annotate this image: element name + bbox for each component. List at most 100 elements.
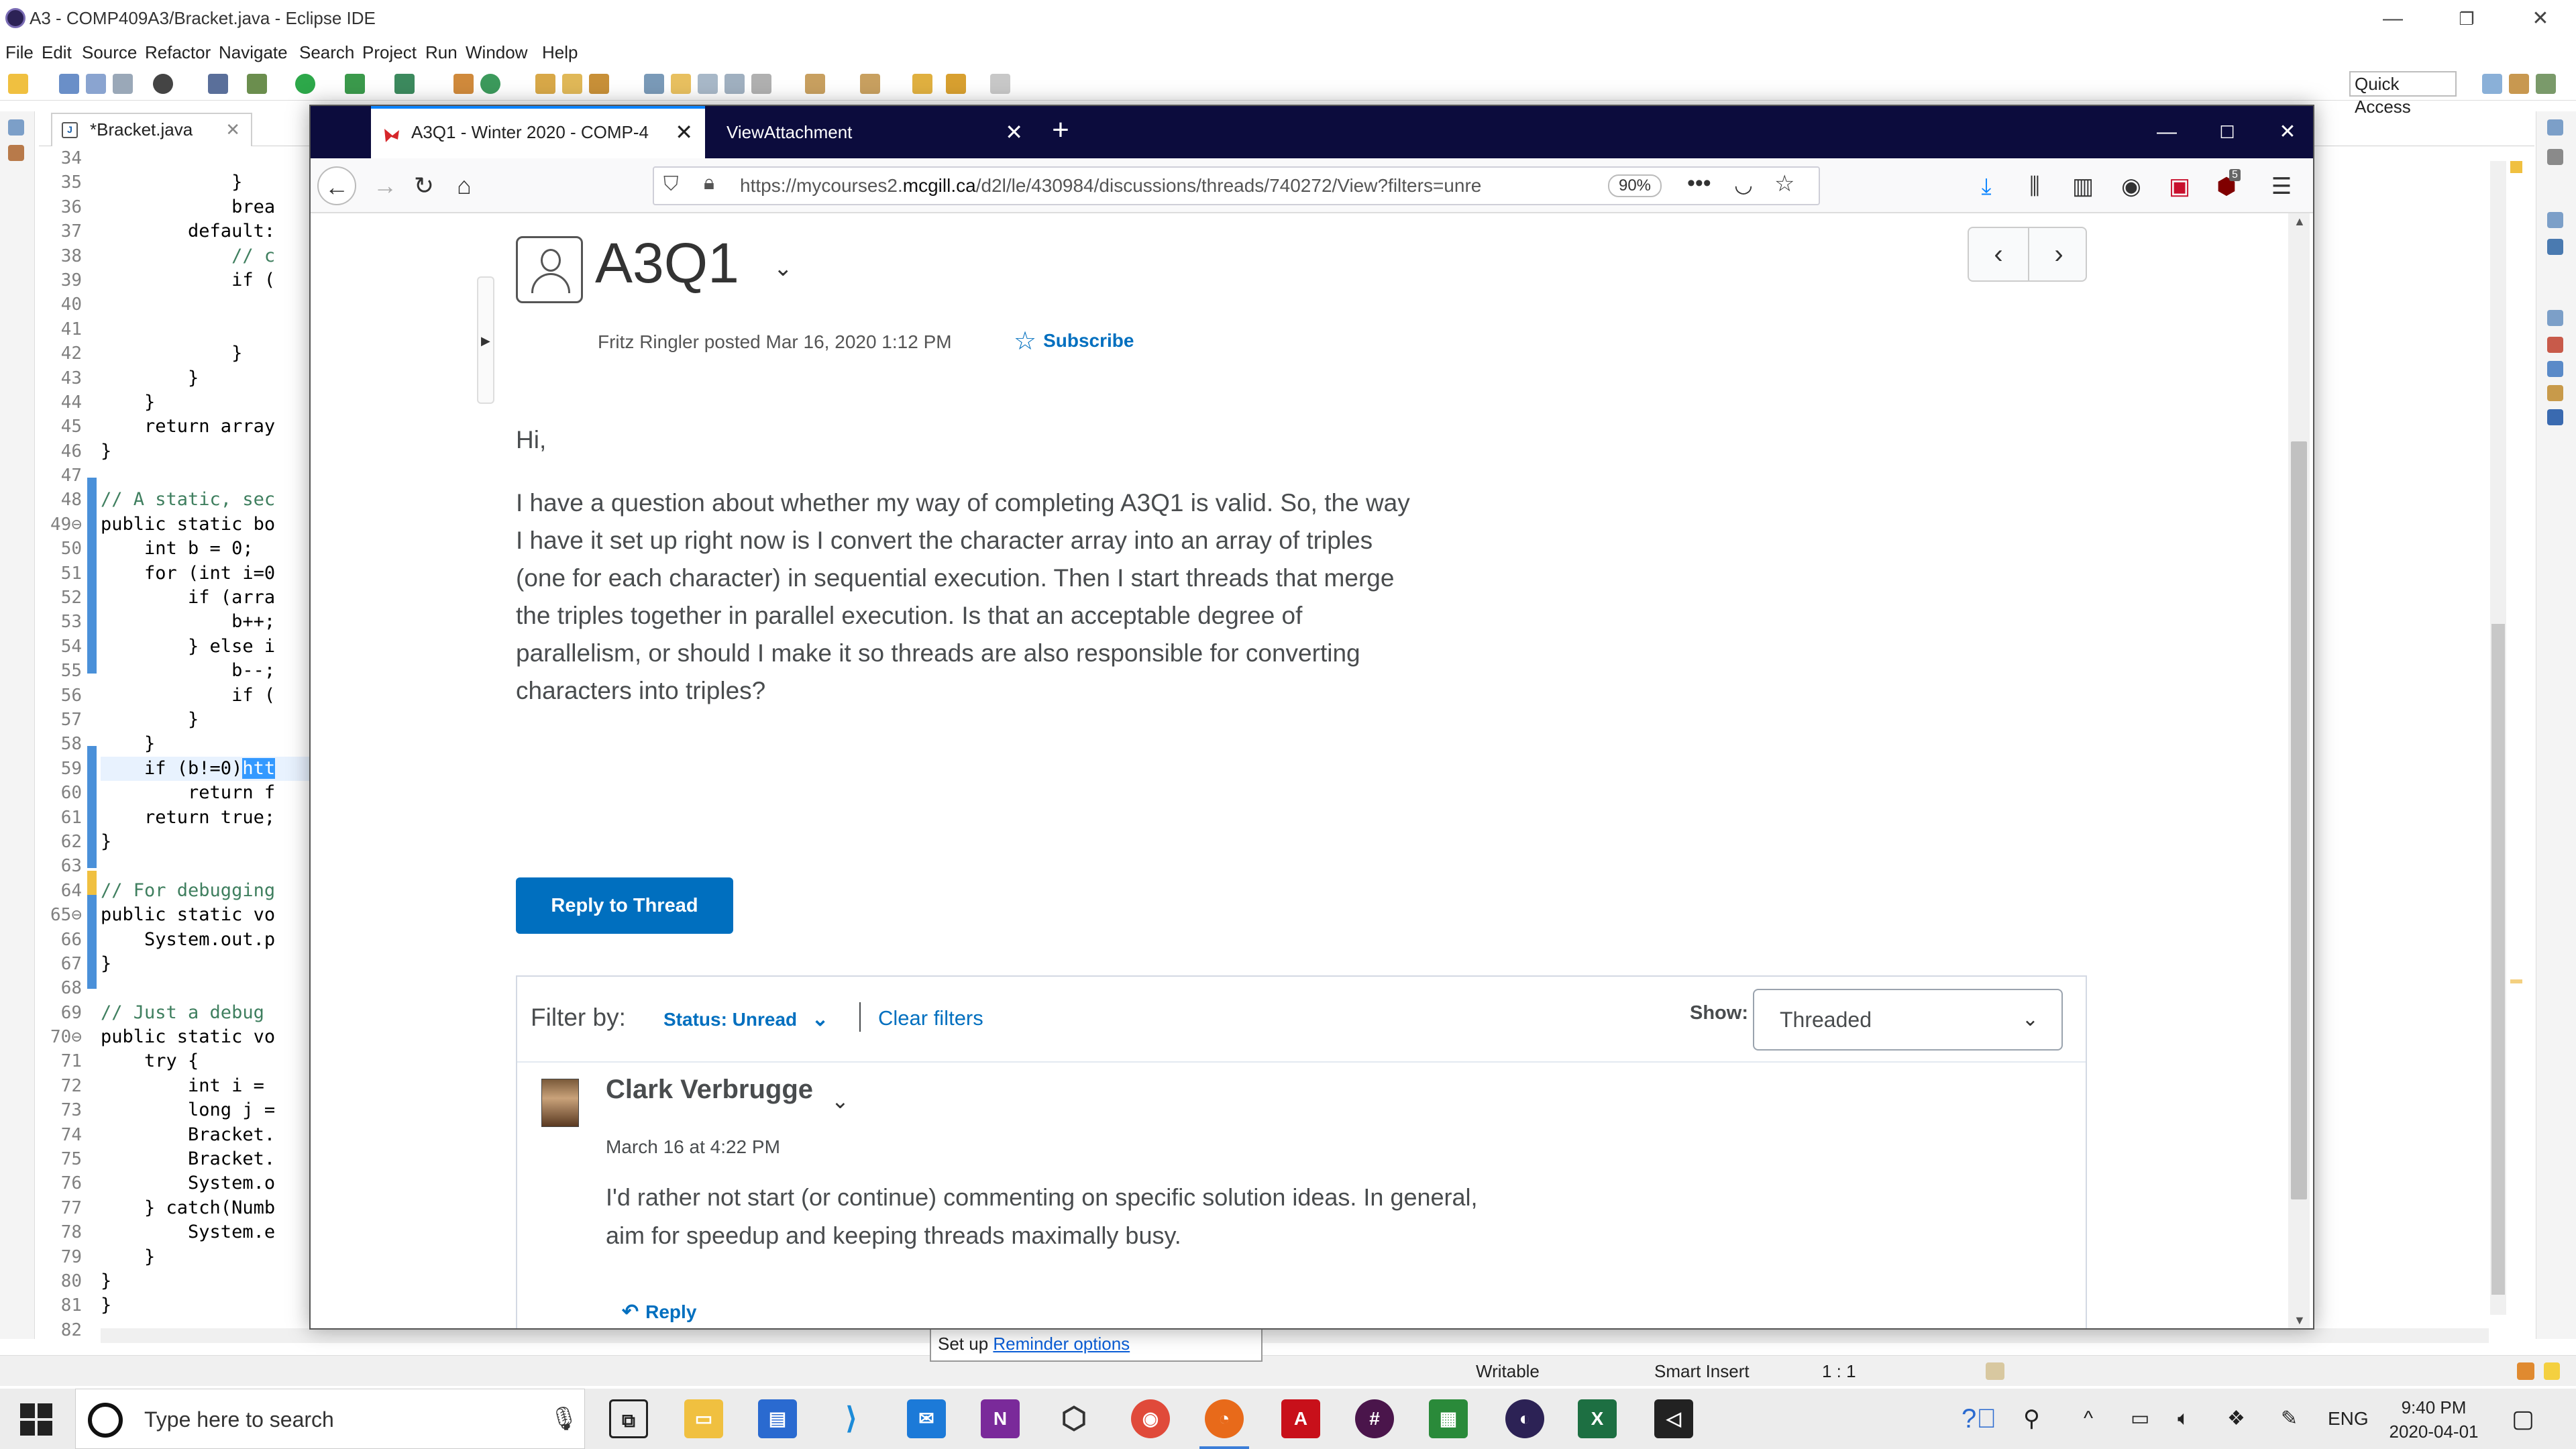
menu-hamburger-icon[interactable]: ☰: [2268, 173, 2295, 200]
url-bar[interactable]: ⛉ 🔒︎ https://mycourses2.mcgill.ca/d2l/le…: [653, 166, 1820, 205]
line-number[interactable]: 43: [39, 366, 86, 390]
line-number[interactable]: 59: [39, 757, 86, 781]
editor-vertical-scrollbar[interactable]: [2490, 161, 2506, 1315]
line-number[interactable]: 62: [39, 830, 86, 854]
line-number[interactable]: 55: [39, 659, 86, 683]
word-wrap-icon[interactable]: [724, 74, 745, 94]
side-panel-toggle[interactable]: ▶: [477, 276, 494, 404]
external-tools-icon[interactable]: [394, 74, 415, 94]
3d-viewer-icon[interactable]: ⬡: [1055, 1399, 1093, 1438]
slack-icon[interactable]: #: [1355, 1399, 1394, 1438]
page-actions-icon[interactable]: •••: [1687, 170, 1711, 197]
open-type-icon[interactable]: [535, 74, 555, 94]
menu-file[interactable]: File: [5, 38, 34, 67]
browser-maximize-button[interactable]: ☐: [2197, 106, 2257, 158]
declaration-icon[interactable]: [2547, 385, 2563, 401]
next-annotation-icon[interactable]: [805, 74, 825, 94]
subscribe-link[interactable]: ☆ Subscribe: [1014, 326, 1134, 356]
next-thread-button[interactable]: ›: [2029, 228, 2088, 280]
line-number[interactable]: 79: [39, 1245, 86, 1269]
show-whitespace-icon[interactable]: [751, 74, 771, 94]
line-number[interactable]: 64: [39, 879, 86, 903]
debug-config-icon[interactable]: [153, 74, 173, 94]
library-icon[interactable]: ⫼: [2021, 173, 2048, 200]
javadoc-icon[interactable]: [2547, 361, 2563, 377]
tracking-shield-icon[interactable]: ⛉: [663, 173, 679, 196]
line-number[interactable]: 52: [39, 586, 86, 610]
reload-button[interactable]: ↻: [405, 166, 443, 205]
line-number[interactable]: 40: [39, 292, 86, 317]
line-number[interactable]: 80: [39, 1269, 86, 1293]
action-center-icon[interactable]: ▢: [2512, 1389, 2534, 1449]
menu-help[interactable]: Help: [542, 38, 578, 67]
pen-workspace-icon[interactable]: ✎: [2281, 1389, 2298, 1449]
new-tab-button[interactable]: +: [1040, 111, 1081, 152]
extension-icon[interactable]: ▣: [2166, 173, 2193, 200]
menu-navigate[interactable]: Navigate: [219, 38, 288, 67]
previous-thread-button[interactable]: ‹: [1969, 228, 2028, 280]
save-icon[interactable]: [59, 74, 79, 94]
scroll-up-icon[interactable]: ▲: [2294, 215, 2306, 229]
reminder-options-link[interactable]: Reminder options: [993, 1334, 1130, 1354]
windows-start-button[interactable]: [20, 1403, 52, 1436]
line-number[interactable]: 68: [39, 976, 86, 1000]
tab-a3q1[interactable]: A3Q1 - Winter 2020 - COMP-4 ✕: [371, 106, 705, 158]
open-task-icon[interactable]: [562, 74, 582, 94]
line-number[interactable]: 36: [39, 195, 86, 219]
zoom-indicator[interactable]: 90%: [1608, 174, 1662, 197]
search-tool-icon[interactable]: [589, 74, 609, 94]
menu-search[interactable]: Search: [299, 38, 354, 67]
menu-source[interactable]: Source: [82, 38, 137, 67]
pocket-icon[interactable]: ◡: [1734, 172, 1753, 197]
task-list-icon[interactable]: [2547, 149, 2563, 165]
taskbar-search[interactable]: Type here to search 🎙︎: [75, 1389, 585, 1449]
line-number[interactable]: 60: [39, 781, 86, 805]
reply-to-thread-button[interactable]: Reply to Thread: [516, 877, 733, 934]
quick-access-field[interactable]: Quick Access: [2349, 71, 2457, 117]
menu-window[interactable]: Window: [466, 38, 527, 67]
line-number[interactable]: 35: [39, 170, 86, 195]
skip-breakpoints-icon[interactable]: [208, 74, 228, 94]
line-number[interactable]: 58: [39, 732, 86, 756]
line-number[interactable]: 48: [39, 488, 86, 512]
vscode-icon[interactable]: ⟩: [832, 1399, 871, 1438]
menu-edit[interactable]: Edit: [42, 38, 72, 67]
line-number[interactable]: 71: [39, 1049, 86, 1073]
line-number[interactable]: 54: [39, 635, 86, 659]
warning-indicator-icon[interactable]: [2510, 161, 2522, 173]
firefox-icon[interactable]: ◔: [1199, 1399, 1249, 1449]
dropbox-icon[interactable]: ❖: [2227, 1389, 2245, 1449]
page-scrollbar-thumb[interactable]: [2291, 441, 2307, 1199]
microphone-icon[interactable]: 🎙︎: [549, 1405, 578, 1432]
tab-viewattachment[interactable]: ViewAttachment ✕: [706, 106, 1035, 158]
url-text[interactable]: https://mycourses2.mcgill.ca/d2l/le/4309…: [740, 168, 1605, 204]
sidebar-icon[interactable]: ▥: [2070, 173, 2096, 200]
block-selection-icon[interactable]: [698, 74, 718, 94]
line-number[interactable]: 38: [39, 244, 86, 268]
store-icon[interactable]: ▤: [758, 1399, 797, 1438]
restore-view-icon[interactable]: [8, 119, 24, 136]
line-number[interactable]: 50: [39, 537, 86, 561]
forward-button[interactable]: →: [366, 166, 405, 205]
line-number[interactable]: 42: [39, 341, 86, 366]
chrome-icon[interactable]: ◉: [1131, 1399, 1170, 1438]
language-indicator[interactable]: ENG: [2328, 1389, 2369, 1449]
close-tab-icon[interactable]: ✕: [675, 109, 693, 156]
line-number[interactable]: 51: [39, 561, 86, 586]
status-filter-dropdown[interactable]: Status: Unread ⌄: [663, 1008, 828, 1031]
menu-run[interactable]: Run: [425, 38, 458, 67]
file-explorer-icon[interactable]: ▭: [684, 1399, 723, 1438]
new-package-icon[interactable]: [453, 74, 474, 94]
outline-icon[interactable]: [2547, 239, 2563, 255]
line-number[interactable]: 70⊖: [39, 1025, 86, 1049]
save-all-icon[interactable]: [86, 74, 106, 94]
line-number[interactable]: 56: [39, 684, 86, 708]
debug-icon[interactable]: [247, 74, 267, 94]
people-icon[interactable]: ⚲: [2023, 1389, 2040, 1449]
minimize-button[interactable]: —: [2363, 4, 2423, 34]
problems-restore-icon[interactable]: [2547, 310, 2563, 326]
line-number[interactable]: 73: [39, 1098, 86, 1122]
eclipse-taskbar-icon[interactable]: ◐: [1505, 1399, 1544, 1438]
new-icon[interactable]: [8, 74, 28, 94]
thread-options-chevron-icon[interactable]: ⌄: [773, 255, 793, 282]
